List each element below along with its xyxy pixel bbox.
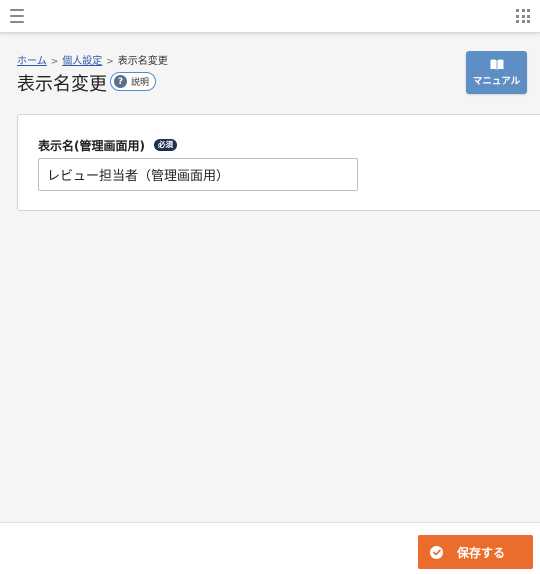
breadcrumb-current: 表示名変更 <box>117 56 168 67</box>
breadcrumb-separator: > <box>50 57 59 67</box>
help-button[interactable]: ? 説明 <box>110 72 157 91</box>
save-button[interactable]: 保存する <box>418 535 533 569</box>
breadcrumb-personal-settings-link[interactable]: 個人設定 <box>62 56 102 67</box>
breadcrumb-home-link[interactable]: ホーム <box>17 56 47 67</box>
top-bar <box>0 0 540 33</box>
save-label: 保存する <box>457 545 506 560</box>
breadcrumb-separator: > <box>106 57 114 67</box>
book-icon <box>490 59 503 69</box>
display-name-label: 表示名(管理画面用) <box>38 139 145 153</box>
required-badge: 必須 <box>154 139 177 151</box>
check-circle-icon <box>430 545 443 559</box>
form-card: 表示名(管理画面用) 必須 <box>17 114 540 211</box>
apps-grid-icon[interactable] <box>516 9 530 23</box>
display-name-input[interactable] <box>38 158 358 191</box>
help-label: 説明 <box>131 78 150 88</box>
page-title: 表示名変更 <box>17 74 107 95</box>
manual-button[interactable]: マニュアル <box>466 51 527 94</box>
footer-bar: 保存する <box>0 522 540 574</box>
manual-label: マニュアル <box>472 75 521 87</box>
question-icon: ? <box>114 75 127 88</box>
breadcrumb: ホーム > 個人設定 > 表示名変更 <box>17 52 168 67</box>
hamburger-icon[interactable] <box>10 9 24 23</box>
